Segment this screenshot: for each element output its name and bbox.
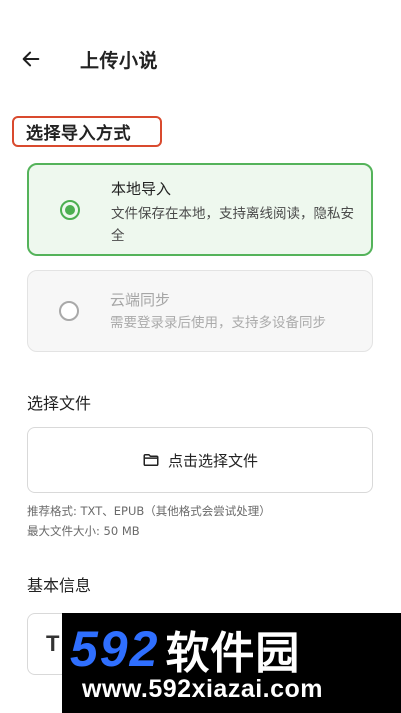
select-file-section-title: 选择文件 (27, 394, 92, 413)
option-local-import[interactable]: 本地导入 文件保存在本地，支持离线阅读，隐私安全 (27, 163, 373, 256)
arrow-left-icon (22, 51, 40, 67)
option-local-label: 本地导入 (111, 180, 172, 198)
option-cloud-sync[interactable]: 云端同步 需要登录录后使用，支持多设备同步 (27, 270, 373, 352)
back-button[interactable] (14, 42, 48, 76)
top-app-bar: 上传小说 (0, 36, 401, 80)
max-file-size-hint: 最大文件大小: 50 MB (27, 524, 140, 538)
watermark-logo: 592 软件园 (70, 619, 300, 679)
page-title: 上传小说 (80, 50, 159, 72)
select-file-button[interactable]: 点击选择文件 (27, 427, 373, 493)
radio-unselected[interactable] (59, 301, 79, 321)
option-cloud-label: 云端同步 (110, 291, 171, 309)
radio-selected[interactable] (60, 200, 80, 220)
option-local-description: 文件保存在本地，支持离线阅读，隐私安全 (111, 206, 354, 244)
basic-info-section-title: 基本信息 (27, 576, 92, 595)
text-field-icon: T (46, 631, 60, 656)
watermark-digits: 592 (70, 621, 160, 677)
site-watermark: 592 软件园 www.592xiazai.com (62, 613, 401, 713)
import-mode-title-text: 选择导入方式 (26, 124, 131, 144)
watermark-brand-text: 软件园 (165, 628, 301, 679)
select-file-button-label: 点击选择文件 (167, 451, 258, 470)
import-mode-section-title: 选择导入方式 (12, 116, 162, 147)
watermark-url: www.592xiazai.com (82, 675, 324, 703)
folder-icon (142, 451, 160, 469)
recommended-formats-hint: 推荐格式: TXT、EPUB（其他格式会尝试处理） (27, 504, 271, 518)
option-cloud-description: 需要登录录后使用，支持多设备同步 (110, 315, 326, 331)
